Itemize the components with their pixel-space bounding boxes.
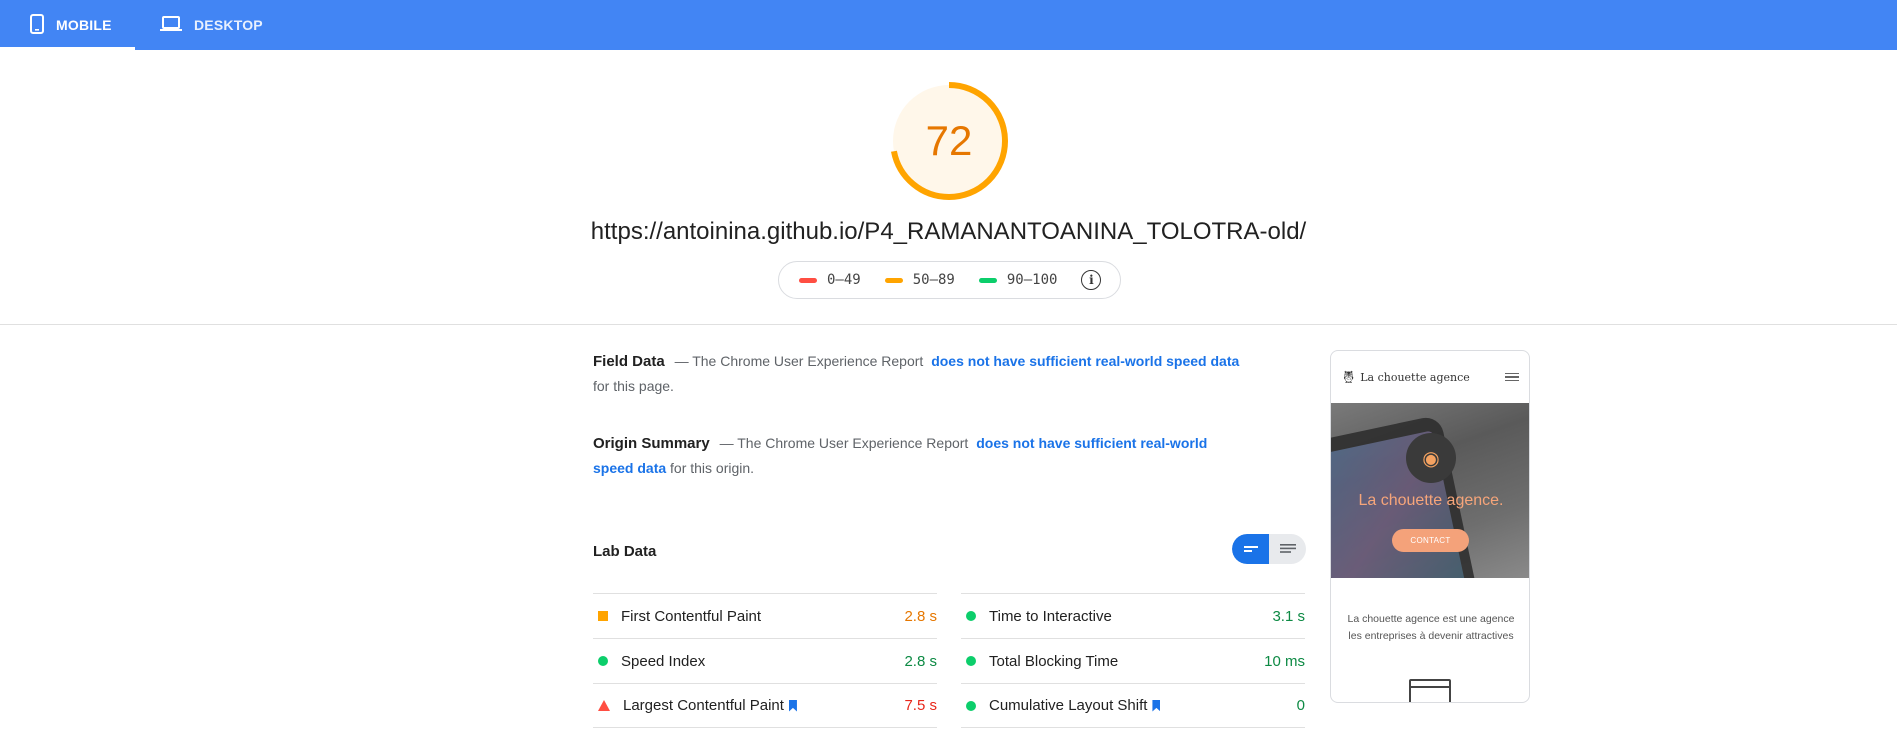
metric-row: Cumulative Layout Shift 0 [961,683,1305,728]
field-data-prefix: — The Chrome User Experience Report [674,353,924,369]
average-marker-icon [598,611,608,621]
bookmark-icon [1152,699,1161,712]
compact-view-icon [1243,546,1258,552]
fail-marker-icon [598,700,610,711]
legend-swatch-orange [884,277,903,283]
tab-desktop-label: DESKTOP [194,17,263,33]
metric-value: 2.8 s [904,607,937,625]
lab-data-heading: Lab Data [593,543,657,560]
metric-value: 10 ms [1264,652,1305,670]
metric-row: First Contentful Paint 2.8 s [593,593,937,638]
metric-value: 2.8 s [904,652,937,670]
field-data-link[interactable]: does not have sufficient real-world spee… [931,353,1239,369]
tab-mobile-label: MOBILE [56,17,112,33]
legend-label: 90–100 [1006,272,1058,288]
info-icon[interactable]: i [1081,270,1102,290]
compact-view-button[interactable] [1232,534,1269,564]
preview-hero-title: La chouette agence. [1358,492,1504,509]
preview-document-icon [1409,679,1451,702]
origin-summary-suffix: for this origin. [670,460,755,476]
field-data-suffix: for this page. [593,378,674,394]
pass-marker-icon [966,700,976,711]
tab-desktop[interactable]: DESKTOP [160,0,270,50]
origin-summary-heading: Origin Summary [593,435,710,452]
legend-item-fail: 0–49 [799,272,861,288]
hamburger-menu-icon [1505,372,1519,382]
pass-marker-icon [966,611,976,621]
hero-owl-icon: ◉ [1406,433,1456,483]
metric-label: Largest Contentful Paint [623,697,784,714]
preview-body-text: La chouette agence est une agence les en… [1331,611,1529,645]
pass-marker-icon [966,656,976,666]
section-divider [0,324,1897,325]
pass-marker-icon [598,656,608,666]
preview-brand: 🦉︎ La chouette agence [1341,370,1470,384]
score-value: 72 [925,117,973,164]
metric-label: Total Blocking Time [989,652,1119,670]
top-tab-bar: MOBILE DESKTOP [0,0,1897,50]
metric-label: First Contentful Paint [621,607,762,625]
legend-swatch-green [978,277,997,283]
legend-item-pass: 90–100 [978,272,1058,288]
origin-summary-prefix: — The Chrome User Experience Report [719,435,969,451]
expanded-view-icon [1279,544,1296,553]
metrics-column-left: First Contentful Paint 2.8 s Speed Index… [593,593,937,728]
metric-row: Time to Interactive 3.1 s [961,593,1305,638]
smartphone-icon [30,13,44,37]
metric-row: Total Blocking Time 10 ms [961,638,1305,683]
active-tab-indicator [0,47,135,50]
metric-label: Time to Interactive [989,607,1112,625]
metric-value: 0 [1296,697,1305,714]
legend-item-average: 50–89 [884,272,955,288]
metrics-view-toggle [1232,534,1306,564]
preview-hero: ◉ La chouette agence. CONTACT [1331,403,1529,578]
metric-label: Speed Index [621,652,706,670]
expanded-view-button[interactable] [1269,534,1306,564]
legend-label: 50–89 [912,272,955,288]
metrics-column-right: Time to Interactive 3.1 s Total Blocking… [961,593,1305,728]
metric-value: 7.5 s [904,697,937,714]
tested-url: https://antoinina.github.io/P4_RAMANANTO… [590,218,1307,245]
score-legend: 0–49 50–89 90–100 i [778,261,1121,299]
metric-row: Speed Index 2.8 s [593,638,937,683]
laptop-icon [160,15,182,35]
performance-score-gauge: 72 [888,80,1010,202]
metric-row: Largest Contentful Paint 7.5 s [593,683,937,728]
legend-label: 0–49 [827,272,861,288]
bookmark-icon [788,699,797,712]
preview-brand-name: La chouette agence [1360,370,1470,384]
preview-text-line: La chouette agence est une agence [1347,613,1515,625]
tab-mobile[interactable]: MOBILE [0,0,135,50]
owl-logo-icon: 🦉︎ [1341,370,1357,384]
preview-contact-button: CONTACT [1392,529,1469,552]
preview-text-line: les entreprises à devenir attractives [1348,630,1514,642]
legend-swatch-red [799,277,817,283]
metric-label: Cumulative Layout Shift [989,697,1148,714]
field-data-section: Field Data — The Chrome User Experience … [593,349,1243,399]
page-screenshot-preview: 🦉︎ La chouette agence ◉ La chouette agen… [1330,350,1530,703]
field-data-heading: Field Data [593,353,665,370]
metric-value: 3.1 s [1272,607,1305,625]
preview-header: 🦉︎ La chouette agence [1331,351,1529,403]
origin-summary-section: Origin Summary — The Chrome User Experie… [593,431,1243,481]
